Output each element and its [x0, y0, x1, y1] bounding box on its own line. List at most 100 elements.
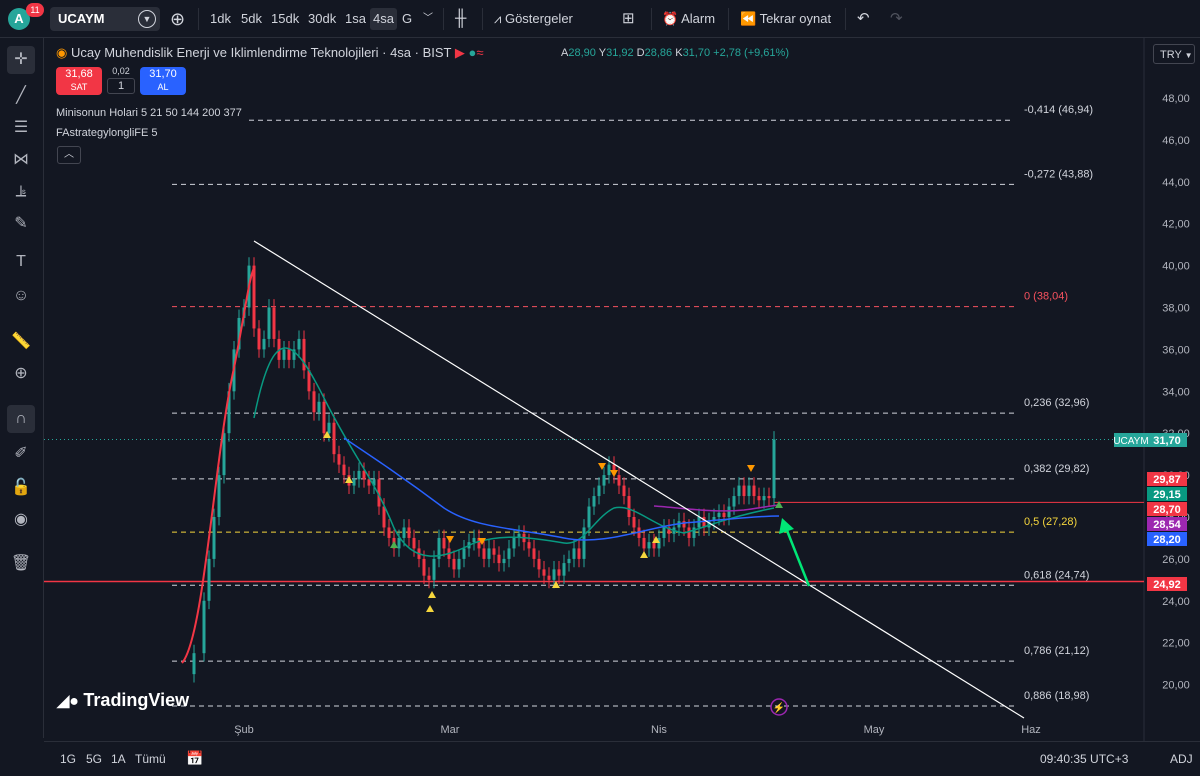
candle-body [587, 506, 591, 528]
calendar-icon[interactable]: 📅 [186, 750, 203, 767]
tf-30dk[interactable]: 30dk [308, 8, 336, 30]
candle-body [287, 349, 291, 360]
lock-drawing-icon[interactable]: ✐ [7, 440, 35, 468]
candle-body [382, 506, 386, 528]
candle-body [207, 558, 211, 601]
candle-body [722, 512, 726, 517]
candle-body [282, 349, 286, 360]
candle-body [262, 338, 266, 350]
emoji-icon[interactable]: ☺ [7, 282, 35, 310]
candle-body [627, 496, 631, 517]
chevron-down-icon[interactable]: ﹀ [423, 8, 433, 30]
candle-body [732, 496, 736, 507]
candle-body [737, 485, 741, 497]
chart-title-text: Ucay Muhendislik Enerji ve Iklimlendirme… [70, 45, 452, 60]
alarm-button[interactable]: ⏰ Alarm [662, 8, 715, 30]
candle-body [552, 569, 556, 580]
tf-1dk[interactable]: 1dk [210, 8, 231, 30]
quantity-box[interactable]: 0,02 1 [107, 66, 135, 94]
indicator-legend-2[interactable]: FAstrategylongliFE 5 [56, 127, 158, 139]
lock-icon[interactable]: 🔓 [7, 474, 35, 502]
redo-icon[interactable]: ↷ [890, 8, 903, 30]
range-1A[interactable]: 1A [111, 752, 126, 766]
range-5G[interactable]: 5G [86, 752, 102, 766]
undo-icon[interactable]: ↶ [857, 8, 870, 30]
price-tick-label: 40,00 [1162, 261, 1190, 273]
collapse-legend-button[interactable]: ︿ [57, 146, 81, 164]
candle-body [332, 422, 336, 455]
chart-title[interactable]: ◉ Ucay Muhendislik Enerji ve Iklimlendir… [56, 45, 484, 61]
buy-button[interactable]: 31,70 AL [140, 67, 186, 95]
ma-purple-line [653, 504, 780, 512]
tv-logo-icon: ◢● [57, 693, 84, 710]
crosshair-icon[interactable]: ✛ [7, 46, 35, 74]
candle-body [267, 307, 271, 339]
symbol-tag-label: UCAYM [1113, 436, 1148, 447]
candle-body [757, 496, 761, 501]
candle-body [402, 527, 406, 538]
indicators-button[interactable]: ⩘ Göstergeler [494, 8, 573, 30]
range-1G[interactable]: 1G [60, 752, 76, 766]
indicators-icon: ⩘ [494, 11, 505, 26]
replay-button[interactable]: ⏪ Tekrar oynat [740, 8, 831, 30]
adj-toggle[interactable]: ADJ [1170, 752, 1193, 766]
candle-body [747, 485, 751, 497]
candle-body [652, 542, 656, 549]
price-tag-label: 29,15 [1153, 489, 1181, 501]
tf-1sa[interactable]: 1sa [345, 8, 366, 30]
candle-body [472, 537, 476, 543]
candle-type-icon[interactable]: ╫ [455, 8, 466, 30]
trendline-icon[interactable]: ╱ [7, 82, 35, 110]
pattern-icon[interactable]: ⋈ [7, 146, 35, 174]
text-icon[interactable]: T [7, 248, 35, 276]
tf-G[interactable]: G [402, 8, 412, 30]
candle-body [337, 454, 341, 465]
replay-icon: ⏪ [740, 11, 760, 26]
candle-body [387, 527, 391, 538]
trash-icon[interactable]: 🗑 [7, 550, 35, 578]
bottom-toolbar: 1G 5G 1A Tümü 📅 09:40:35 UTC+3 ADJ [44, 741, 1200, 776]
candle-body [322, 401, 326, 434]
candle-body [422, 558, 426, 576]
price-tick-label: 24,00 [1162, 596, 1190, 608]
candle-body [352, 479, 356, 486]
chevron-down-icon[interactable]: ▼ [138, 10, 156, 28]
flag-icon[interactable]: ▶ [455, 45, 465, 60]
candle-body [412, 537, 416, 549]
time-tick-label: May [864, 724, 885, 736]
zoom-icon[interactable]: ⊕ [7, 360, 35, 388]
price-chart[interactable]: 48,00 46,00 44,00 42,00 40,00 38,00 36,00 34,00… [44, 38, 1200, 741]
layout-grid-icon[interactable]: ⊞ [622, 8, 635, 30]
price-tick-label: 38,00 [1162, 303, 1190, 315]
candle-body [577, 548, 581, 559]
forecast-icon[interactable]: ⫡ [7, 178, 35, 206]
candle-body [752, 485, 756, 497]
range-all[interactable]: Tümü [135, 752, 166, 766]
magnet-icon[interactable]: ∩ [7, 405, 35, 433]
ruler-icon[interactable]: 📏 [7, 328, 35, 356]
candle-body [562, 563, 566, 576]
chevron-down-icon: ▼ [1184, 51, 1193, 60]
tf-5dk[interactable]: 5dk [241, 8, 262, 30]
fib-level-label: -0,414 (46,94) [1024, 104, 1093, 116]
eye-icon[interactable]: ◉ [7, 506, 35, 534]
fib-levels-icon[interactable]: ☰ [7, 114, 35, 142]
tf-15dk[interactable]: 15dk [271, 8, 299, 30]
tf-4sa[interactable]: 4sa [370, 8, 397, 30]
indicator-legend-1[interactable]: Minisonun Holari 5 21 50 144 200 377 [56, 107, 242, 119]
time-tick-label: Şub [234, 724, 254, 736]
indicators-label: Göstergeler [504, 11, 573, 26]
sell-button[interactable]: 31,68 SAT [56, 67, 102, 95]
clock[interactable]: 09:40:35 UTC+3 [1040, 752, 1128, 766]
symbol-search[interactable]: UCAYM ▼ [50, 7, 160, 31]
price-tag-label: 28,54 [1153, 519, 1181, 531]
candle-body [502, 558, 506, 564]
brush-icon[interactable]: ✎ [7, 210, 35, 238]
price-tag-label: 28,70 [1153, 504, 1181, 516]
add-symbol-icon[interactable]: ⊕ [170, 8, 185, 30]
candle-body [257, 328, 261, 350]
time-tick-label: Nis [651, 724, 667, 736]
candle-body [717, 512, 721, 517]
candle-body [312, 391, 316, 413]
currency-select[interactable]: TRY ▼ [1153, 44, 1195, 64]
